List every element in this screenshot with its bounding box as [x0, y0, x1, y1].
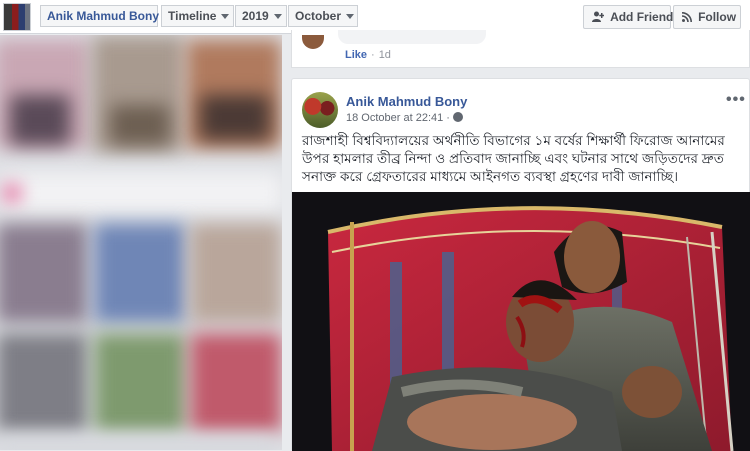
blurred-photo — [94, 333, 186, 433]
month-dropdown[interactable]: October — [288, 5, 358, 27]
timeline-label: Timeline — [168, 9, 217, 23]
add-friend-label: Add Friend — [610, 10, 674, 24]
follow-button[interactable]: Follow — [673, 5, 741, 29]
separator-dot: · — [371, 49, 375, 61]
caret-down-icon — [221, 14, 230, 20]
caret-down-icon — [346, 14, 355, 20]
blurred-photo — [200, 95, 270, 140]
timeline-dropdown[interactable]: Timeline — [161, 5, 234, 27]
profile-top-bar: Anik Mahmud Bony Timeline 2019 October A… — [0, 0, 750, 34]
globe-icon[interactable] — [452, 112, 463, 122]
year-dropdown[interactable]: 2019 — [235, 5, 287, 27]
rss-icon — [681, 12, 695, 24]
comment-time[interactable]: 1d — [379, 49, 391, 61]
comment-actions: Like · 1d — [345, 49, 391, 61]
separator-dot: · — [446, 112, 450, 124]
post-timestamp[interactable]: 18 October at 22:41 — [346, 112, 443, 124]
blurred-photo — [0, 333, 88, 433]
blurred-photo — [0, 435, 278, 450]
blurred-photo — [4, 185, 20, 201]
timeline-post: Anik Mahmud Bony 18 October at 22:41 · ••… — [291, 78, 750, 451]
comment-bubble — [338, 30, 486, 44]
author-name[interactable]: Anik Mahmud Bony — [346, 94, 467, 109]
blurred-photo — [94, 223, 186, 323]
month-label: October — [295, 9, 342, 23]
post-timestamp-row: 18 October at 22:41 · — [346, 112, 463, 124]
blurred-sidebar — [0, 35, 282, 450]
blurred-photo — [0, 223, 88, 323]
author-avatar[interactable] — [302, 92, 338, 128]
person-plus-icon — [592, 11, 607, 24]
blurred-photo — [110, 105, 170, 145]
blurred-photo — [190, 223, 282, 323]
year-label: 2019 — [242, 9, 269, 23]
add-friend-button[interactable]: Add Friend — [583, 5, 674, 29]
profile-thumbnail[interactable] — [3, 3, 31, 31]
post-options-button[interactable]: ••• — [726, 91, 746, 109]
profile-name-label: Anik Mahmud Bony — [47, 9, 160, 23]
follow-label: Follow — [698, 10, 737, 24]
photo-illustration — [292, 192, 750, 451]
blurred-heading — [0, 173, 282, 213]
post-photo[interactable] — [292, 192, 750, 451]
blurred-photo — [10, 95, 70, 145]
like-link[interactable]: Like — [345, 49, 367, 61]
blurred-photo — [190, 333, 282, 433]
caret-down-icon — [273, 14, 282, 20]
post-body-text: রাজশাহী বিশ্ববিদ্যালয়ের অর্থনীতি বিভাগে… — [302, 133, 725, 184]
profile-name-link[interactable]: Anik Mahmud Bony — [40, 5, 160, 27]
